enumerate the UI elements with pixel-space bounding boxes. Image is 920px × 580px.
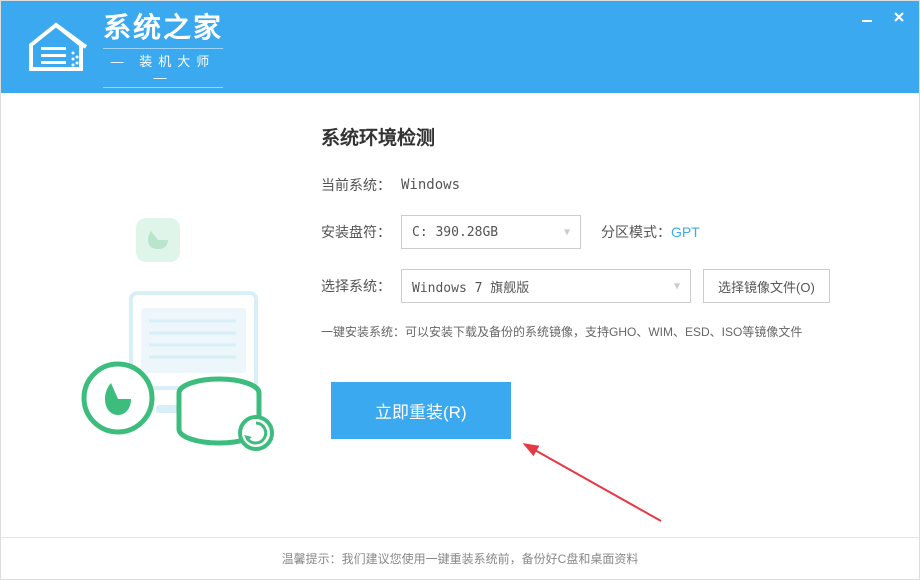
close-button[interactable] bbox=[889, 9, 909, 25]
minimize-button[interactable] bbox=[857, 9, 877, 25]
window-controls bbox=[857, 9, 909, 25]
logo-text: 系统之家 装机大师 bbox=[103, 6, 223, 88]
install-drive-label: 安装盘符： bbox=[321, 222, 401, 242]
main-panel: 系统环境检测 当前系统： Windows 安装盘符： C: 390.28GB ▼… bbox=[291, 123, 889, 523]
content-area: 系统环境检测 当前系统： Windows 安装盘符： C: 390.28GB ▼… bbox=[1, 93, 919, 533]
app-header: 系统之家 装机大师 bbox=[1, 1, 919, 93]
logo-subtitle: 装机大师 bbox=[103, 48, 223, 88]
hint-text: 一键安装系统：可以安装下载及备份的系统镜像，支持GHO、WIM、ESD、ISO等… bbox=[321, 323, 889, 342]
current-os-label: 当前系统： bbox=[321, 175, 401, 195]
chevron-down-icon: ▼ bbox=[564, 227, 570, 238]
partition-mode: 分区模式：GPT bbox=[601, 222, 700, 242]
select-system-dropdown[interactable]: Windows 7 旗舰版 ▼ bbox=[401, 269, 691, 303]
illustration bbox=[31, 123, 291, 523]
install-drive-value: C: 390.28GB bbox=[412, 225, 498, 240]
footer-tip: 温馨提示：我们建议您使用一键重装系统前，备份好C盘和桌面资料 bbox=[1, 537, 919, 579]
chevron-down-icon: ▼ bbox=[674, 281, 680, 292]
install-now-button[interactable]: 立即重装(R) bbox=[331, 382, 511, 439]
partition-mode-value: GPT bbox=[671, 224, 700, 240]
install-drive-dropdown[interactable]: C: 390.28GB ▼ bbox=[401, 215, 581, 249]
select-system-row: 选择系统： Windows 7 旗舰版 ▼ 选择镜像文件(O) bbox=[321, 269, 889, 303]
logo-title: 系统之家 bbox=[103, 6, 223, 46]
select-system-label: 选择系统： bbox=[321, 276, 401, 296]
install-drive-row: 安装盘符： C: 390.28GB ▼ 分区模式：GPT bbox=[321, 215, 889, 249]
computer-database-icon bbox=[41, 183, 281, 463]
logo-area: 系统之家 装机大师 bbox=[21, 6, 223, 88]
current-os-value: Windows bbox=[401, 177, 460, 193]
logo-house-icon bbox=[21, 17, 91, 77]
select-system-value: Windows 7 旗舰版 bbox=[412, 277, 529, 296]
panel-title: 系统环境检测 bbox=[321, 123, 889, 150]
current-os-row: 当前系统： Windows bbox=[321, 175, 889, 195]
select-iso-button[interactable]: 选择镜像文件(O) bbox=[703, 269, 830, 303]
partition-mode-label: 分区模式： bbox=[601, 224, 671, 240]
